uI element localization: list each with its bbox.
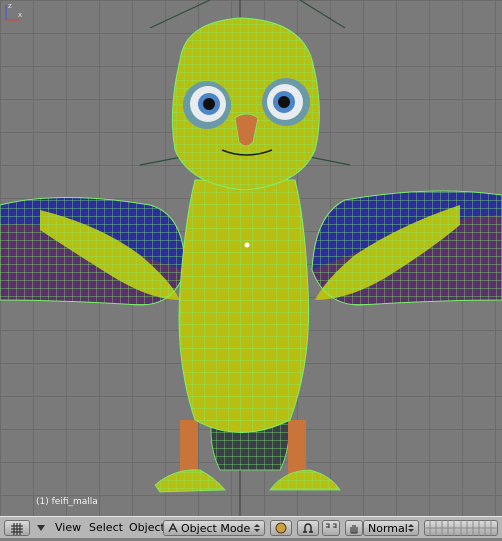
svg-text:z: z	[8, 2, 12, 10]
layer-buttons[interactable]	[424, 520, 498, 536]
magnet-icon	[326, 523, 337, 528]
svg-text:x: x	[18, 11, 22, 19]
menu-collapse-toggle[interactable]	[34, 520, 48, 536]
mode-select[interactable]: Object Mode	[163, 520, 265, 536]
triangle-down-icon	[37, 525, 45, 531]
pivot-icon	[303, 523, 313, 533]
pivot-select[interactable]	[297, 520, 319, 536]
object-menu[interactable]: Object	[127, 520, 167, 536]
orientation-select[interactable]: Normal	[363, 520, 419, 536]
select-menu[interactable]: Select	[87, 520, 125, 536]
blender-window: x z (1) feifi_malla View Select Object O…	[0, 0, 502, 538]
bird-model-render	[0, 0, 502, 516]
window-type-button[interactable]	[4, 520, 30, 536]
axis-gizmo: x z	[5, 2, 22, 21]
sphere-icon	[275, 522, 287, 534]
transform-manipulator-toggle[interactable]	[322, 520, 340, 536]
left-eye	[183, 81, 231, 129]
object-mode-icon	[168, 522, 178, 533]
active-object-label: (1) feifi_malla	[36, 497, 98, 507]
manipulator-hand-toggle[interactable]	[345, 520, 363, 536]
updown-arrows-icon	[408, 524, 414, 532]
updown-arrows-icon	[254, 524, 260, 532]
object-origin-dot	[244, 242, 250, 248]
right-eye	[262, 78, 310, 126]
layer-grid-icon	[424, 520, 498, 536]
body	[178, 179, 310, 433]
view-menu[interactable]: View	[53, 520, 83, 536]
mode-select-label: Object Mode	[181, 522, 251, 535]
hand-icon	[350, 525, 358, 534]
left-wing	[0, 197, 186, 306]
draw-type-select[interactable]	[270, 520, 292, 536]
orientation-label: Normal	[368, 522, 408, 535]
grid-icon	[11, 523, 23, 535]
3d-view-header: View Select Object Object Mode Normal	[0, 516, 502, 538]
3d-viewport[interactable]: x z (1) feifi_malla	[0, 0, 502, 517]
right-wing	[311, 190, 502, 306]
